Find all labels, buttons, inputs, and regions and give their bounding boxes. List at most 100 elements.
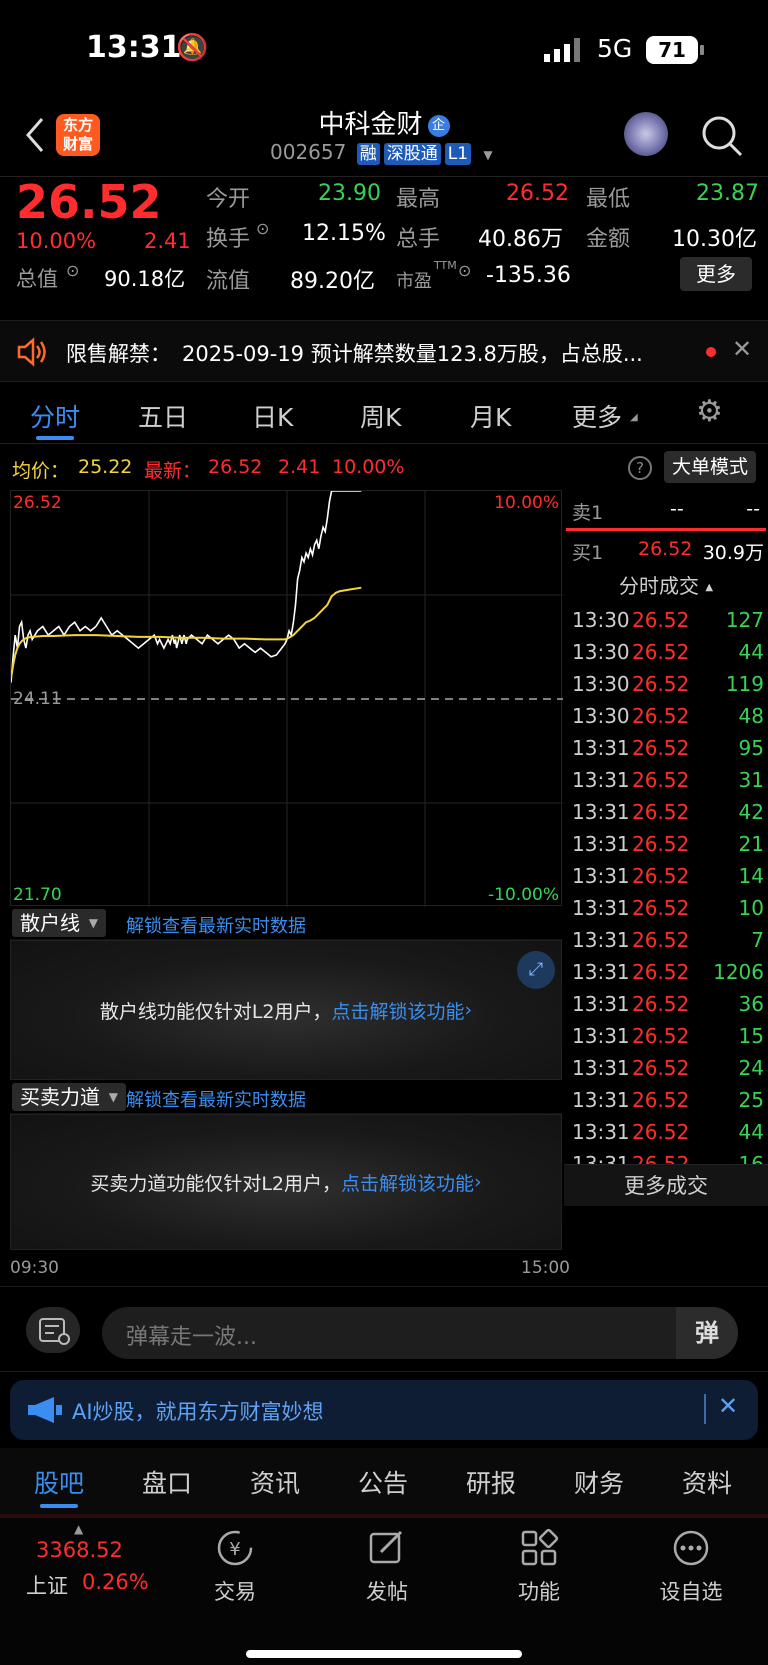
megaphone-icon [28,1397,62,1423]
notice-label: 限售解禁： [66,342,171,366]
trade-price: 26.52 [632,640,690,664]
x-end-label: 15:00 [521,1258,570,1278]
battery-tip [700,45,704,55]
big-order-mode-button[interactable]: 大单模式 [664,451,756,483]
change-pct: 10.00% [16,229,97,253]
danmu-input[interactable]: 弹幕走一波... 弹 [102,1307,738,1359]
tab-five-day[interactable]: 五日 [138,398,188,434]
nav-post-label: 发帖 [366,1580,408,1604]
close-icon[interactable]: ✕ [718,1392,738,1420]
tab-intraday[interactable]: 分时 [30,398,80,434]
intraday-chart[interactable]: 26.52 24.11 21.70 10.00% -10.00% [10,490,563,907]
info-dots-icon[interactable]: ⊙ [256,219,269,238]
signal-icon [544,38,580,62]
trade-row: 13:31 26.52 44 [572,1116,768,1150]
trade-price: 26.52 [632,1120,690,1144]
tab-research[interactable]: 研报 [466,1464,516,1500]
tab-monthly-k[interactable]: 月K [470,398,511,434]
trade-volume: 95 [738,736,764,760]
settings-gear-icon[interactable]: ⚙ [696,394,723,429]
trade-time: 13:31 [572,992,630,1016]
trade-volume: 36 [738,992,764,1016]
retail-panel-link[interactable]: 点击解锁该功能 [332,997,465,1024]
float-value: 89.20亿 [290,269,375,294]
tab-announcements[interactable]: 公告 [358,1464,408,1500]
close-icon[interactable]: ✕ [732,335,752,363]
trade-row: 13:31 26.52 95 [572,732,768,766]
more-trades-button[interactable]: 更多成交 [564,1164,768,1206]
trade-row: 13:30 26.52 127 [572,604,768,638]
volume-value: 40.86万 [478,227,563,252]
nav-add-watchlist-label: 设自选 [659,1580,723,1604]
more-triangle-icon: ◢ [630,412,638,423]
tab-pankou[interactable]: 盘口 [142,1464,192,1500]
index-ticker[interactable]: ▲ 3368.52 上证 0.26% [10,1522,160,1602]
trade-row: 13:31 26.52 10 [572,892,768,926]
svg-text:¥: ¥ [229,1539,240,1560]
force-unlock-link[interactable]: 解锁查看最新实时数据 [126,1086,306,1112]
force-panel[interactable]: 买卖力道功能仅针对L2用户， 点击解锁该功能 › [10,1114,562,1250]
time-axis: 09:30 15:00 [10,1250,570,1290]
chevron-right-icon: › [474,1171,482,1193]
tab-profile[interactable]: 资料 [682,1464,732,1500]
retail-line-panel[interactable]: 散户线功能仅针对L2用户， 点击解锁该功能 › ⤢ [10,940,562,1080]
nav-add-watchlist[interactable]: 设自选 [636,1528,746,1606]
status-time: 13:31 [86,30,182,65]
danmu-placeholder: 弹幕走一波... [126,1325,257,1350]
mktcap-label: 总值 [16,267,58,291]
danmu-settings-icon[interactable] [26,1307,80,1353]
latest-value: 26.52 [208,456,263,478]
tab-weekly-k[interactable]: 周K [360,398,401,434]
tab-news[interactable]: 资讯 [250,1464,300,1500]
trade-volume: 119 [725,672,764,696]
search-icon[interactable] [700,114,744,158]
trade-price: 26.52 [632,704,690,728]
trade-price: 26.52 [632,1088,690,1112]
more-quote-button[interactable]: 更多 [680,257,752,291]
latest-pct: 10.00% [332,456,405,478]
tab-indicator [36,436,74,440]
help-icon[interactable]: ? [628,456,652,480]
force-panel-text: 买卖力道功能仅针对L2用户， [90,1172,342,1195]
price-divider [566,528,766,531]
info-dots-icon[interactable]: ⊙ [66,261,79,280]
pe-label: 市盈 [396,271,432,292]
y-mid-label: 24.11 [13,689,62,709]
retail-line-dropdown[interactable]: 散户线 ▼ [12,909,106,937]
trade-time: 13:31 [572,960,630,984]
index-pct: 0.26% [82,1570,149,1594]
trade-time: 13:30 [572,640,630,664]
intraday-chart-svg [11,491,563,907]
trade-volume: 31 [738,768,764,792]
robot-assistant-icon[interactable] [624,112,668,156]
order-book: 卖1 -- -- 买1 26.52 30.9万 分时成交 ▲ 13:30 26.5… [564,490,768,1280]
nav-trade[interactable]: ¥ 交易 [180,1528,290,1606]
trades-title[interactable]: 分时成交 ▲ [564,570,768,598]
nav-functions[interactable]: 功能 [484,1528,594,1606]
trade-price: 26.52 [632,800,690,824]
volume-label: 总手 [396,227,441,252]
network-label: 5G [597,34,633,63]
tab-daily-k[interactable]: 日K [252,398,293,434]
bid-volume: 30.9万 [702,542,764,564]
force-dropdown[interactable]: 买卖力道 ▼ [12,1083,126,1111]
notice-bar[interactable]: 限售解禁： 2025-09-19 预计解禁数量123.8万股，占总股... ✕ [0,320,768,382]
info-dots-icon[interactable]: ⊙ [458,261,471,280]
trade-volume: 25 [738,1088,764,1112]
nav-post[interactable]: 发帖 [332,1528,442,1606]
tab-finance[interactable]: 财务 [574,1464,624,1500]
index-name: 上证 [26,1574,68,1598]
change-amount: 2.41 [144,229,191,253]
caret-down-icon[interactable]: ▼ [483,148,492,162]
tab-guba[interactable]: 股吧 [34,1464,84,1500]
tab-more[interactable]: 更多 [572,398,622,434]
pct-bottom-label: -10.00% [488,885,559,905]
danmu-send-button[interactable]: 弹 [676,1307,738,1359]
expand-icon[interactable]: ⤢ [517,951,555,989]
force-panel-link[interactable]: 点击解锁该功能 [341,1169,474,1196]
chevron-right-icon: › [464,999,473,1021]
trade-volume: 14 [738,864,764,888]
ai-banner[interactable]: AI炒股，就用东方财富妙想 ✕ [10,1380,758,1440]
retail-unlock-link[interactable]: 解锁查看最新实时数据 [126,912,306,938]
trade-time: 13:31 [572,864,630,888]
